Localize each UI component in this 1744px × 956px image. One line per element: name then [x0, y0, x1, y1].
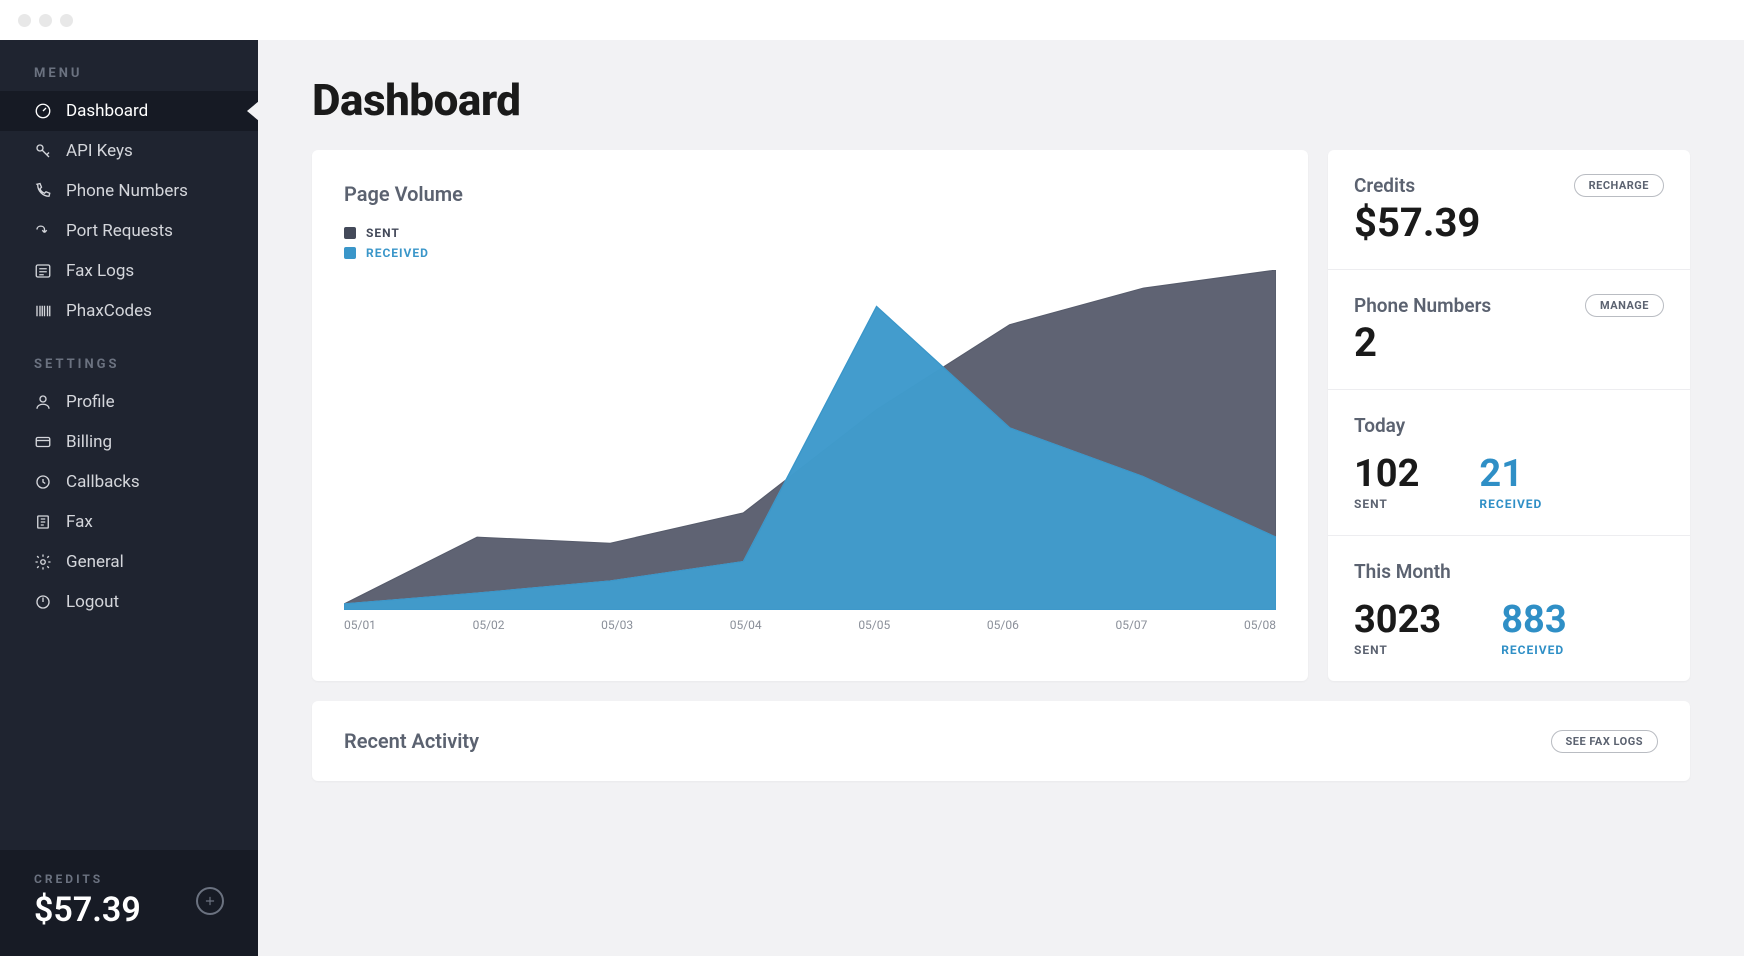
x-tick: 05/02 — [473, 618, 505, 632]
x-tick: 05/05 — [858, 618, 890, 632]
legend-swatch-received — [344, 247, 356, 259]
barcode-icon — [34, 302, 52, 320]
legend-label: RECEIVED — [366, 246, 429, 260]
stat-label: Credits — [1354, 174, 1480, 197]
x-tick: 05/06 — [987, 618, 1019, 632]
legend-label: SENT — [366, 226, 400, 240]
stat-value: $57.39 — [1354, 201, 1480, 245]
stat-value: 102 — [1354, 455, 1419, 493]
sidebar: MENU Dashboard API Keys Phone Numbers Po… — [0, 40, 258, 956]
sidebar-item-phaxcodes[interactable]: PhaxCodes — [0, 291, 258, 331]
sidebar-item-billing[interactable]: Billing — [0, 422, 258, 462]
legend-sent: SENT — [344, 226, 1276, 240]
manage-button[interactable]: MANAGE — [1585, 294, 1664, 317]
stat-label: This Month — [1354, 560, 1664, 583]
list-icon — [34, 262, 52, 280]
month-sent: 3023 SENT — [1354, 601, 1441, 657]
chart-legend: SENT RECEIVED — [344, 226, 1276, 260]
activity-title: Recent Activity — [344, 729, 479, 753]
stat-label: Phone Numbers — [1354, 294, 1491, 317]
credits-footer-label: CREDITS — [34, 872, 141, 886]
stat-sublabel: SENT — [1354, 497, 1419, 511]
stat-value: 2 — [1354, 321, 1491, 365]
sidebar-settings-list: Profile Billing Callbacks Fax General Lo… — [0, 382, 258, 622]
recharge-button[interactable]: RECHARGE — [1574, 174, 1664, 197]
add-credits-button[interactable] — [196, 887, 224, 915]
key-icon — [34, 142, 52, 160]
sidebar-item-label: Billing — [66, 432, 112, 452]
stat-value: 883 — [1501, 601, 1566, 639]
sidebar-item-label: General — [66, 552, 124, 572]
page-title: Dashboard — [312, 74, 1690, 126]
main-content: Dashboard Page Volume SENT RECEIVED 0 — [258, 40, 1744, 956]
sidebar-item-port-requests[interactable]: Port Requests — [0, 211, 258, 251]
sidebar-item-dashboard[interactable]: Dashboard — [0, 91, 258, 131]
sidebar-item-general[interactable]: General — [0, 542, 258, 582]
chart-title: Page Volume — [344, 182, 1276, 206]
fax-icon — [34, 513, 52, 531]
legend-received: RECEIVED — [344, 246, 1276, 260]
sidebar-section-settings: SETTINGS — [0, 331, 258, 382]
stats-column: Credits $57.39 RECHARGE Phone Numbers 2 … — [1328, 150, 1690, 681]
port-icon — [34, 222, 52, 240]
chart-area: 05/01 05/02 05/03 05/04 05/05 05/06 05/07 05/08 — [344, 270, 1276, 630]
stat-month: This Month 3023 SENT 883 RECEIVED — [1328, 536, 1690, 681]
phone-icon — [34, 182, 52, 200]
page-volume-card: Page Volume SENT RECEIVED 05/0105/0205/0… — [312, 150, 1308, 681]
sidebar-item-callbacks[interactable]: Callbacks — [0, 462, 258, 502]
x-tick: 05/07 — [1115, 618, 1147, 632]
sidebar-item-api-keys[interactable]: API Keys — [0, 131, 258, 171]
sidebar-item-fax[interactable]: Fax — [0, 502, 258, 542]
sidebar-credits-footer: CREDITS $57.39 — [0, 850, 258, 956]
logout-icon — [34, 593, 52, 611]
recent-activity-card: Recent Activity SEE FAX LOGS — [312, 701, 1690, 781]
sidebar-item-fax-logs[interactable]: Fax Logs — [0, 251, 258, 291]
chart-x-axis: 05/01 05/02 05/03 05/04 05/05 05/06 05/07 05/08 — [344, 618, 1276, 632]
window-control-close[interactable] — [18, 14, 31, 27]
stat-sublabel: RECEIVED — [1501, 643, 1566, 657]
callback-icon — [34, 473, 52, 491]
credits-footer-value: $57.39 — [34, 890, 141, 930]
sidebar-item-phone-numbers[interactable]: Phone Numbers — [0, 171, 258, 211]
stat-value: 3023 — [1354, 601, 1441, 639]
x-tick: 05/01 — [344, 618, 376, 632]
stat-sublabel: SENT — [1354, 643, 1441, 657]
sidebar-item-label: Callbacks — [66, 472, 140, 492]
x-tick: 05/03 — [601, 618, 633, 632]
sidebar-item-label: PhaxCodes — [66, 301, 152, 321]
sidebar-item-label: Port Requests — [66, 221, 173, 241]
stat-value: 21 — [1479, 455, 1542, 493]
billing-icon — [34, 433, 52, 451]
gear-icon — [34, 553, 52, 571]
stat-today: Today 102 SENT 21 RECEIVED — [1328, 390, 1690, 536]
x-tick: 05/08 — [1244, 618, 1276, 632]
x-tick: 05/04 — [730, 618, 762, 632]
sidebar-item-label: Fax Logs — [66, 261, 134, 281]
sidebar-item-logout[interactable]: Logout — [0, 582, 258, 622]
area-chart-svg — [344, 270, 1276, 610]
stat-label: Today — [1354, 414, 1664, 437]
legend-swatch-sent — [344, 227, 356, 239]
profile-icon — [34, 393, 52, 411]
window-control-maximize[interactable] — [60, 14, 73, 27]
dashboard-icon — [34, 102, 52, 120]
sidebar-item-label: Dashboard — [66, 101, 148, 121]
month-received: 883 RECEIVED — [1501, 601, 1566, 657]
sidebar-item-label: Phone Numbers — [66, 181, 188, 201]
see-fax-logs-button[interactable]: SEE FAX LOGS — [1551, 730, 1659, 753]
sidebar-item-label: Fax — [66, 512, 93, 532]
window-control-minimize[interactable] — [39, 14, 52, 27]
sidebar-item-label: Profile — [66, 392, 115, 412]
stat-sublabel: RECEIVED — [1479, 497, 1542, 511]
today-received: 21 RECEIVED — [1479, 455, 1542, 511]
sidebar-item-profile[interactable]: Profile — [0, 382, 258, 422]
sidebar-item-label: API Keys — [66, 141, 133, 161]
sidebar-item-label: Logout — [66, 592, 119, 612]
sidebar-menu-list: Dashboard API Keys Phone Numbers Port Re… — [0, 91, 258, 331]
window-titlebar — [0, 0, 1744, 40]
stat-credits: Credits $57.39 RECHARGE — [1328, 150, 1690, 270]
sidebar-section-menu: MENU — [0, 40, 258, 91]
today-sent: 102 SENT — [1354, 455, 1419, 511]
stat-phone-numbers: Phone Numbers 2 MANAGE — [1328, 270, 1690, 390]
